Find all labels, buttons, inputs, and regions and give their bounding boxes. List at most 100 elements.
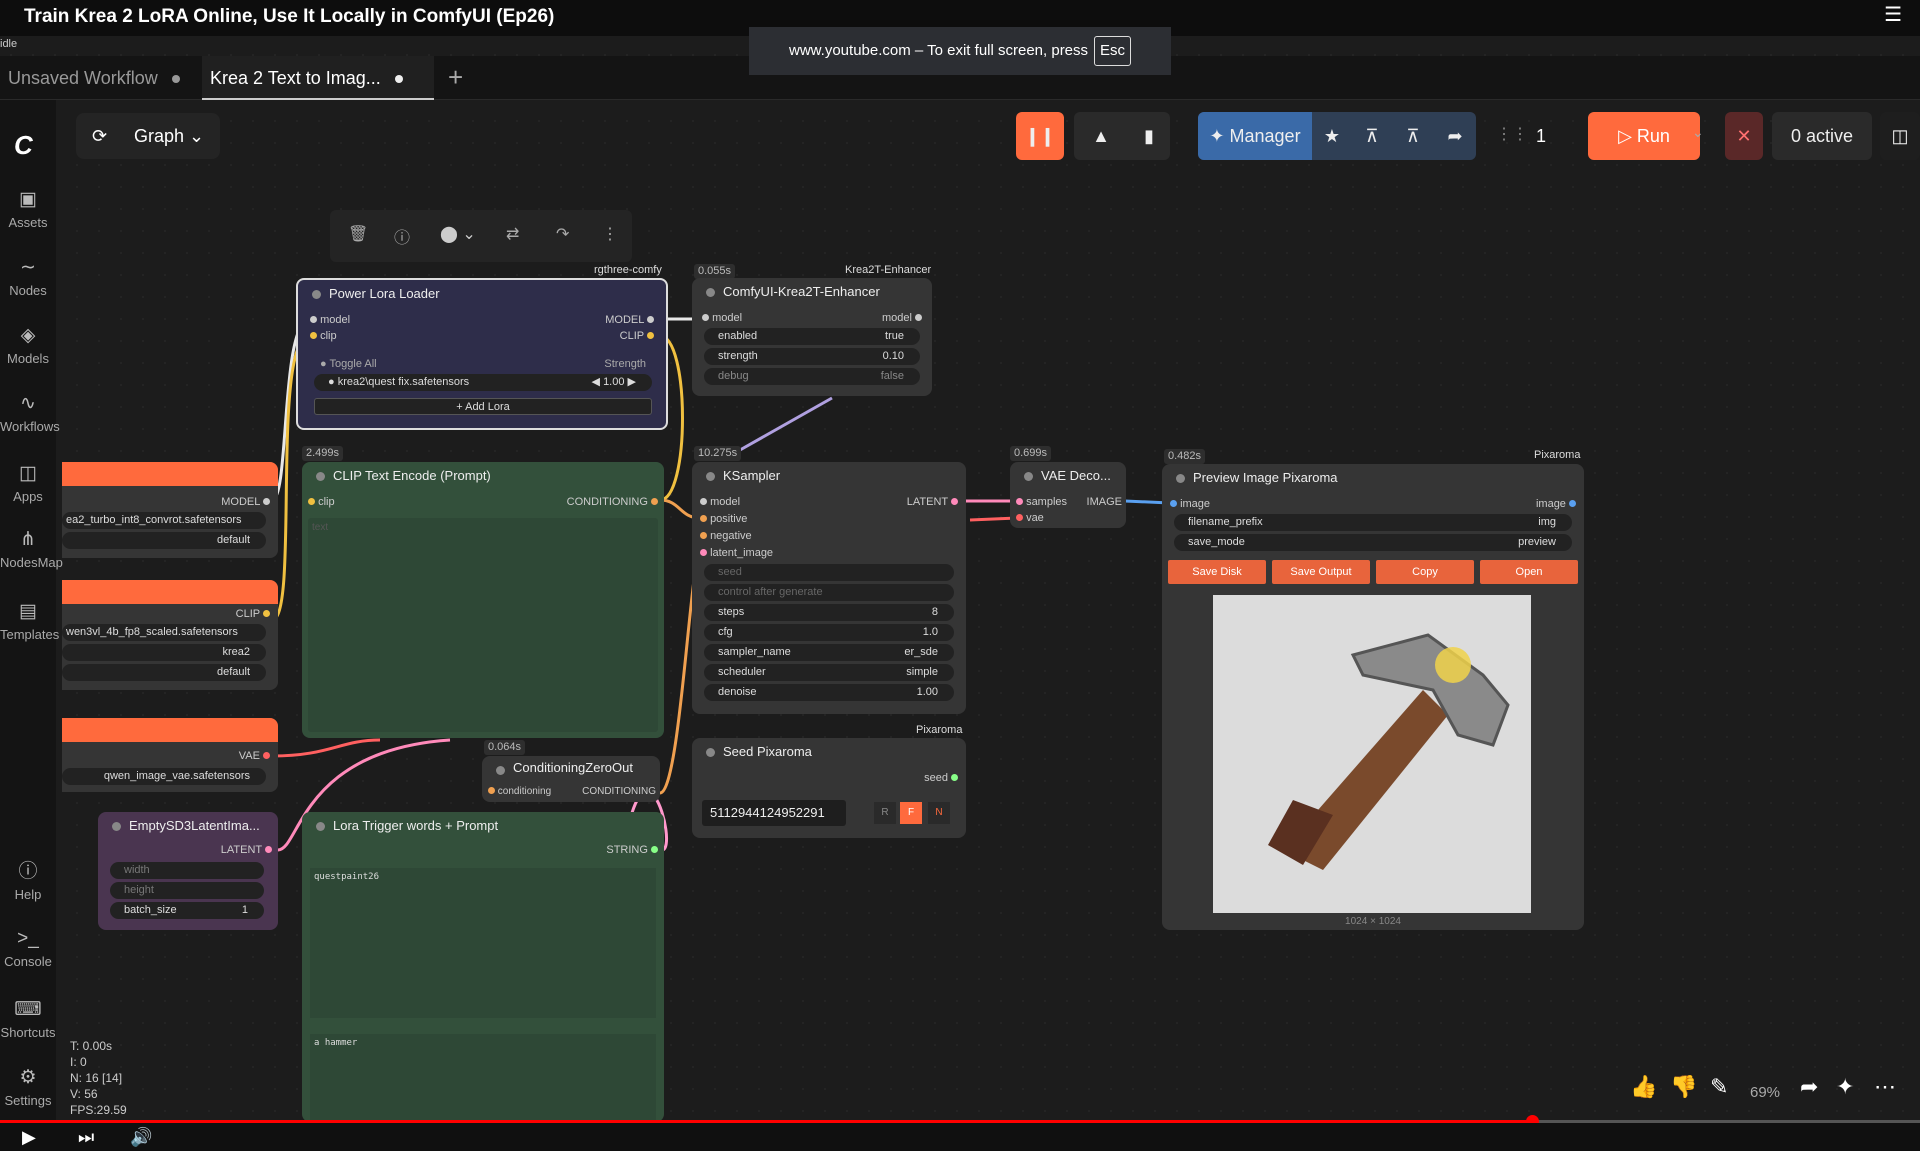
sidebar-item-assets[interactable]: ▣ Assets	[0, 188, 56, 230]
sidebar-item-console[interactable]: >_ Console	[0, 928, 56, 969]
output-latent[interactable]: LATENT	[221, 844, 272, 856]
sparkle-icon[interactable]: ✦	[1836, 1074, 1854, 1100]
panel-toggle-button[interactable]: ◫	[1880, 112, 1920, 160]
share-icon[interactable]: ➦	[1800, 1074, 1818, 1100]
add-tab-button[interactable]: +	[448, 62, 463, 93]
output-image[interactable]: image	[1536, 498, 1576, 510]
model-dtype-widget[interactable]: default	[62, 532, 266, 549]
node-clip-text-encode[interactable]: CLIP Text Encode (Prompt) clip CONDITION…	[302, 462, 664, 738]
output-latent[interactable]: LATENT	[907, 496, 958, 508]
add-lora-button[interactable]: + Add Lora	[314, 398, 652, 415]
queue-status[interactable]: 0 active	[1772, 112, 1872, 160]
node-krea2t-enhancer[interactable]: ComfyUI-Krea2T-Enhancer model model enab…	[692, 278, 932, 396]
clip-name-widget[interactable]: wen3vl_4b_fp8_scaled.safetensors	[62, 624, 266, 641]
info-icon[interactable]: ⓘ	[394, 224, 410, 248]
tab-krea2[interactable]: Krea 2 Text to Imag...	[202, 56, 434, 100]
lora-row[interactable]: ● krea2\quest fix.safetensors ◀ 1.00 ▶	[314, 374, 652, 391]
open-button[interactable]: Open	[1480, 560, 1578, 584]
scheduler-widget[interactable]: scheduler simple	[704, 664, 954, 681]
sidebar-item-templates[interactable]: ▤ Templates	[0, 600, 59, 642]
output-string[interactable]: STRING	[606, 844, 658, 856]
sampler-widget[interactable]: sampler_name er_sde	[704, 644, 954, 661]
sidebar-item-help[interactable]: ⓘ Help	[0, 856, 56, 902]
trash-icon[interactable]: 🗑	[348, 224, 368, 244]
redo-icon[interactable]: ↷	[556, 224, 569, 244]
input-negative[interactable]: negative	[700, 530, 752, 542]
fixed-seed-button[interactable]: F	[900, 802, 922, 824]
star-icon[interactable]: ★	[1312, 112, 1352, 160]
node-clip-loader[interactable]: CLIP wen3vl_4b_fp8_scaled.safetensors kr…	[62, 580, 278, 690]
output-model[interactable]: model	[882, 312, 922, 324]
node-lora-trigger-prompt[interactable]: Lora Trigger words + Prompt STRING quest…	[302, 812, 664, 1122]
sidebar-item-models[interactable]: ◈ Models	[0, 324, 56, 366]
width-widget[interactable]: width	[110, 862, 264, 879]
save-disk-button[interactable]: Save Disk	[1168, 560, 1266, 584]
toggle-all[interactable]: ● Toggle All	[320, 358, 377, 370]
more-icon[interactable]: ⋯	[1874, 1074, 1896, 1100]
share-icon[interactable]: ➦	[1434, 112, 1476, 160]
next-icon[interactable]: ⏭	[78, 1127, 94, 1148]
node-vae-decode[interactable]: VAE Deco... samples vae IMAGE	[1010, 462, 1126, 528]
zoom-level[interactable]: 69%	[1750, 1084, 1780, 1101]
output-clip[interactable]: CLIP	[620, 330, 654, 342]
output-model[interactable]: MODEL	[605, 314, 654, 326]
input-positive[interactable]: positive	[700, 513, 747, 525]
steps-widget[interactable]: steps 8	[704, 604, 954, 621]
input-image[interactable]: image	[1170, 498, 1210, 510]
volume-icon[interactable]: 🔊	[130, 1127, 152, 1148]
node-alt-icon[interactable]: ⊼	[1392, 112, 1434, 160]
node-model-loader[interactable]: MODEL ea2_turbo_int8_convrot.safetensors…	[62, 462, 278, 558]
random-seed-button[interactable]: R	[874, 802, 896, 824]
prompt-textarea[interactable]: text	[308, 518, 658, 732]
tab-unsaved-workflow[interactable]: Unsaved Workflow	[0, 56, 188, 100]
model-name-widget[interactable]: ea2_turbo_int8_convrot.safetensors	[62, 512, 266, 529]
sidebar-item-nodes[interactable]: ∼ Nodes	[0, 256, 56, 298]
new-seed-button[interactable]: N	[928, 802, 950, 824]
output-seed[interactable]: seed	[924, 772, 958, 784]
manager-button[interactable]: ✦ Manager	[1198, 112, 1312, 160]
input-model[interactable]: model	[310, 314, 350, 326]
sidebar-item-workflows[interactable]: ∿ Workflows	[0, 392, 60, 434]
filename-prefix-widget[interactable]: filename_prefix img	[1174, 514, 1572, 531]
input-model[interactable]: model	[702, 312, 742, 324]
sidebar-item-settings[interactable]: ⚙ Settings	[0, 1066, 56, 1108]
bookmark-icon[interactable]: ▮	[1128, 112, 1170, 160]
node-ksampler[interactable]: KSampler model positive negative latent_…	[692, 462, 966, 714]
enabled-toggle[interactable]: enabled true	[704, 328, 920, 345]
input-conditioning[interactable]: conditioning	[488, 786, 551, 797]
output-clip[interactable]: CLIP	[236, 608, 270, 620]
tent-icon[interactable]: ▲	[1074, 112, 1128, 160]
copy-button[interactable]: Copy	[1376, 560, 1474, 584]
menu-icon[interactable]: ☰	[1884, 2, 1902, 27]
collapse-icon[interactable]: ⇄	[506, 224, 519, 244]
clip-type-widget[interactable]: krea2	[62, 644, 266, 661]
batch-size-widget[interactable]: batch_size 1	[110, 902, 264, 919]
node-power-lora-loader[interactable]: Power Lora Loader model MODEL clip CLIP …	[296, 278, 668, 430]
input-clip[interactable]: clip	[310, 330, 337, 342]
output-conditioning[interactable]: CONDITIONING	[582, 786, 656, 797]
like-icon[interactable]: 👍	[1630, 1074, 1657, 1100]
input-vae[interactable]: vae	[1016, 512, 1044, 524]
lora-strength[interactable]: ◀ 1.00 ▶	[592, 374, 636, 391]
output-model[interactable]: MODEL	[221, 496, 270, 508]
dislike-icon[interactable]: 👎	[1670, 1074, 1697, 1100]
input-latent-image[interactable]: latent_image	[700, 547, 773, 559]
drag-handle-icon[interactable]: ⋮⋮	[1496, 124, 1528, 144]
color-icon[interactable]: ⬤ ⌄	[440, 224, 476, 244]
sidebar-item-apps[interactable]: ◫ Apps	[0, 462, 56, 504]
save-output-button[interactable]: Save Output	[1272, 560, 1370, 584]
input-samples[interactable]: samples	[1016, 496, 1067, 508]
debug-toggle[interactable]: debug false	[704, 368, 920, 385]
vae-name-widget[interactable]: qwen_image_vae.safetensors	[62, 768, 266, 785]
node-vae-loader[interactable]: VAE qwen_image_vae.safetensors	[62, 718, 278, 792]
save-mode-widget[interactable]: save_mode preview	[1174, 534, 1572, 551]
trigger-words-textarea[interactable]: questpaint26	[310, 868, 656, 1018]
cfg-widget[interactable]: cfg 1.0	[704, 624, 954, 641]
sidebar-item-shortcuts[interactable]: ⌨ Shortcuts	[0, 998, 56, 1040]
graph-mode-button[interactable]: ⟳ Graph ⌄	[76, 113, 220, 159]
comment-icon[interactable]: ✎	[1710, 1074, 1728, 1100]
cancel-button[interactable]: ✕	[1725, 112, 1763, 160]
seed-input[interactable]: 5112944124952291	[702, 800, 846, 826]
play-icon[interactable]: ▶	[22, 1127, 36, 1148]
strength-widget[interactable]: strength 0.10	[704, 348, 920, 365]
